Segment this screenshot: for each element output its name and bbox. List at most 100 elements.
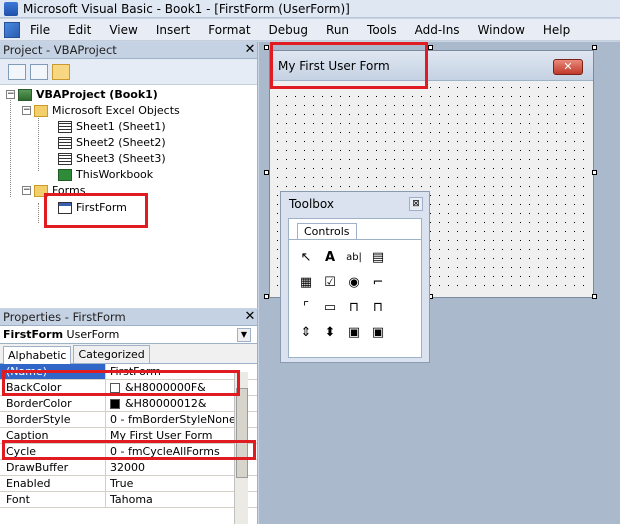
title-bar: Microsoft Visual Basic - Book1 - [FirstF… <box>0 0 620 18</box>
tabstrip-icon[interactable]: ⊓ <box>345 299 363 317</box>
view-code-icon[interactable] <box>8 63 26 80</box>
project-explorer-header: Project - VBAProject ✕ <box>0 42 257 59</box>
menu-help[interactable]: Help <box>543 23 570 37</box>
textbox-icon[interactable]: ab| <box>345 249 363 267</box>
property-name: Font <box>0 492 106 507</box>
tree-item-label: VBAProject (Book1) <box>36 88 158 101</box>
object-selector[interactable]: FirstForm UserForm ▼ <box>0 326 257 344</box>
toolbox-panel: Controls ↖ A ab| ▤ ▦ ☑ ◉ ⌐ ⌜ ▭ ⊓ ⊓ ⇕ ⬍ ▣… <box>288 218 422 358</box>
vba-app-icon <box>4 1 18 16</box>
multipage-icon[interactable]: ⊓ <box>369 299 387 317</box>
close-icon[interactable]: ✕ <box>243 310 257 324</box>
menu-add-ins[interactable]: Add-Ins <box>415 23 460 37</box>
spinbutton-icon[interactable]: ⬍ <box>321 324 339 342</box>
resize-handle[interactable] <box>428 45 433 50</box>
resize-handle[interactable] <box>592 45 597 50</box>
menu-debug[interactable]: Debug <box>269 23 308 37</box>
refedit-icon[interactable]: ▣ <box>369 324 387 342</box>
scrollbar-thumb[interactable] <box>236 388 248 478</box>
label-icon[interactable]: A <box>321 249 339 267</box>
menu-view[interactable]: View <box>109 23 137 37</box>
highlight-form-caption <box>270 42 428 89</box>
toggle-folders-icon[interactable] <box>52 63 70 80</box>
project-tree: − VBAProject (Book1) − Microsoft Excel O… <box>0 85 257 295</box>
project-explorer: Project - VBAProject ✕ − VBAProject (Boo… <box>0 42 258 308</box>
menu-format[interactable]: Format <box>208 23 250 37</box>
property-name: Enabled <box>0 476 106 491</box>
menu-bar: File Edit View Insert Format Debug Run T… <box>0 19 620 41</box>
property-row-bordercolor[interactable]: BorderColor &H80000012& <box>0 396 257 412</box>
chevron-down-icon[interactable]: ▼ <box>237 327 251 342</box>
highlight-caption-property <box>2 440 256 460</box>
checkbox-icon[interactable]: ☑ <box>321 274 339 292</box>
tree-item-project[interactable]: − VBAProject (Book1) <box>6 88 158 101</box>
folder-icon <box>34 104 48 117</box>
listbox-icon[interactable]: ▦ <box>297 274 315 292</box>
project-icon <box>18 88 32 101</box>
worksheet-icon <box>58 120 72 133</box>
menu-insert[interactable]: Insert <box>156 23 190 37</box>
optionbutton-icon[interactable]: ◉ <box>345 274 363 292</box>
highlight-firstform-tree <box>44 193 148 228</box>
worksheet-icon <box>58 136 72 149</box>
frame-icon[interactable]: ⌜ <box>297 299 315 317</box>
collapse-icon[interactable]: − <box>22 186 31 195</box>
tree-item-label: Sheet3 (Sheet3) <box>76 152 166 165</box>
tab-divider <box>289 239 421 240</box>
color-swatch <box>110 398 120 409</box>
collapse-icon[interactable]: − <box>22 106 31 115</box>
resize-handle[interactable] <box>592 294 597 299</box>
menu-window[interactable]: Window <box>478 23 525 37</box>
resize-handle[interactable] <box>264 170 269 175</box>
tree-connector <box>38 203 39 223</box>
close-icon[interactable]: ✕ <box>553 59 583 75</box>
toolbox-titlebar: Toolbox ⊠ <box>281 192 429 216</box>
object-name: FirstForm <box>3 328 64 341</box>
property-name: BorderStyle <box>0 412 106 427</box>
collapse-icon[interactable]: − <box>6 90 15 99</box>
close-icon[interactable]: ⊠ <box>409 197 423 211</box>
tree-item-label: Microsoft Excel Objects <box>52 104 180 117</box>
tree-item-label: ThisWorkbook <box>76 168 154 181</box>
tree-item-label: Sheet1 (Sheet1) <box>76 120 166 133</box>
property-row-font[interactable]: Font Tahoma <box>0 492 257 508</box>
tree-item-label: Sheet2 (Sheet2) <box>76 136 166 149</box>
resize-handle[interactable] <box>264 294 269 299</box>
property-row-borderstyle[interactable]: BorderStyle 0 - fmBorderStyleNone <box>0 412 257 428</box>
window-title: Microsoft Visual Basic - Book1 - [FirstF… <box>23 1 350 16</box>
project-toolbar <box>0 59 257 85</box>
resize-handle[interactable] <box>264 45 269 50</box>
tree-item-sheet3[interactable]: Sheet3 (Sheet3) <box>58 152 166 165</box>
commandbutton-icon[interactable]: ▭ <box>321 299 339 317</box>
view-object-icon[interactable] <box>30 63 48 80</box>
toolbox-title: Toolbox <box>289 197 334 211</box>
tree-item-excel-objects[interactable]: − Microsoft Excel Objects <box>22 104 180 117</box>
property-row-enabled[interactable]: Enabled True <box>0 476 257 492</box>
worksheet-icon <box>58 152 72 165</box>
property-row-drawbuffer[interactable]: DrawBuffer 32000 <box>0 460 257 476</box>
tab-categorized[interactable]: Categorized <box>73 345 150 363</box>
togglebutton-icon[interactable]: ⌐ <box>369 274 387 292</box>
menu-run[interactable]: Run <box>326 23 349 37</box>
pointer-icon[interactable]: ↖ <box>297 249 315 267</box>
image-icon[interactable]: ▣ <box>345 324 363 342</box>
combobox-icon[interactable]: ▤ <box>369 249 387 267</box>
resize-handle[interactable] <box>592 170 597 175</box>
property-value: &H80000012& <box>125 397 207 410</box>
close-icon[interactable]: ✕ <box>243 43 257 57</box>
menu-file[interactable]: File <box>30 23 50 37</box>
tab-controls[interactable]: Controls <box>297 223 357 239</box>
menu-edit[interactable]: Edit <box>68 23 91 37</box>
properties-title: Properties - FirstForm <box>3 310 126 324</box>
tree-item-thisworkbook[interactable]: ThisWorkbook <box>58 168 153 181</box>
scrollbar-icon[interactable]: ⇕ <box>297 324 315 342</box>
tree-item-sheet1[interactable]: Sheet1 (Sheet1) <box>58 120 166 133</box>
object-type: UserForm <box>66 328 120 341</box>
properties-header: Properties - FirstForm ✕ <box>0 309 257 326</box>
tab-alphabetic[interactable]: Alphabetic <box>3 346 72 364</box>
tree-connector <box>10 97 11 197</box>
excel-view-icon[interactable] <box>4 21 20 38</box>
tree-item-sheet2[interactable]: Sheet2 (Sheet2) <box>58 136 166 149</box>
menu-tools[interactable]: Tools <box>367 23 397 37</box>
workbook-icon <box>58 168 72 181</box>
